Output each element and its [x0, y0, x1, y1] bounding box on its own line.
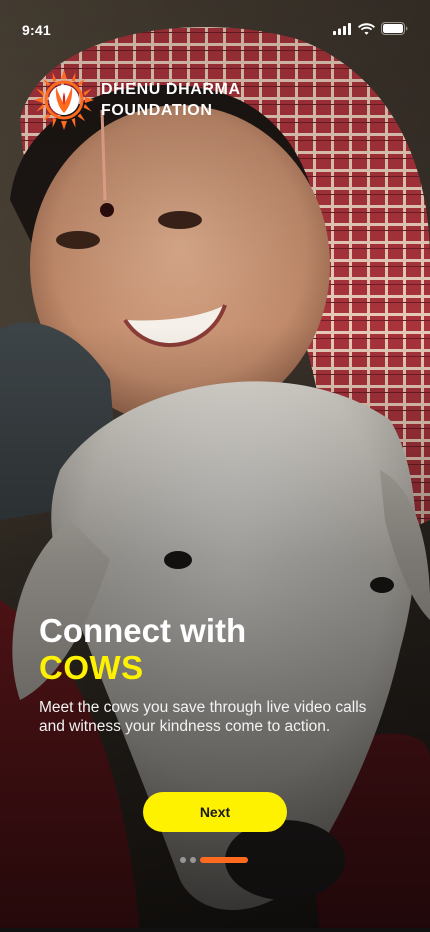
- cellular-signal-icon: [333, 22, 351, 35]
- status-time: 9:41: [22, 22, 51, 38]
- onboarding-screen: 9:41 DHENU DHARMA FOUNDATION Connect wit…: [0, 0, 430, 932]
- headline-accent: COWS: [39, 649, 144, 686]
- next-button[interactable]: Next: [143, 792, 287, 832]
- page-indicator: [180, 857, 248, 863]
- brand-name: DHENU DHARMA FOUNDATION: [101, 79, 241, 121]
- wifi-icon: [358, 22, 375, 35]
- battery-icon: [381, 22, 408, 35]
- status-icons: [333, 22, 408, 35]
- brand-line-1: DHENU DHARMA: [101, 81, 241, 98]
- brand-header: DHENU DHARMA FOUNDATION: [34, 70, 241, 130]
- page-dot-2[interactable]: [190, 857, 196, 863]
- home-indicator: [0, 928, 430, 932]
- brand-line-2: FOUNDATION: [101, 102, 213, 119]
- page-dot-1[interactable]: [180, 857, 186, 863]
- status-bar: 9:41: [0, 0, 430, 58]
- description-text: Meet the cows you save through live vide…: [39, 699, 367, 735]
- headline: Connect with: [39, 612, 247, 649]
- page-dot-active[interactable]: [200, 857, 248, 863]
- onboarding-content: Connect with COWS Meet the cows you save…: [39, 612, 369, 736]
- sun-tilak-logo-icon: [34, 70, 94, 130]
